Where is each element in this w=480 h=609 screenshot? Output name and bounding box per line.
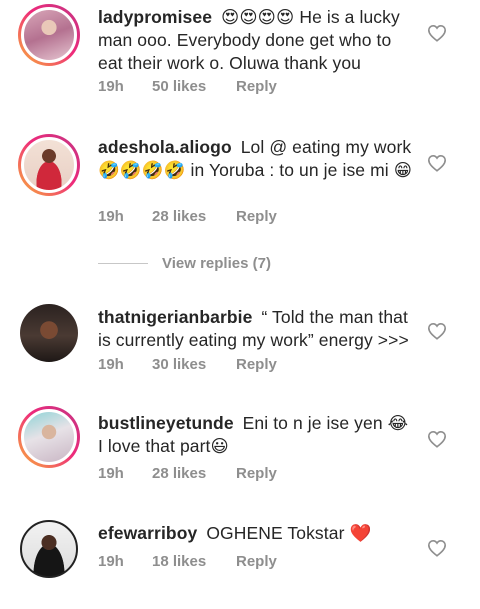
- comment-username[interactable]: thatnigerianbarbie: [98, 307, 252, 327]
- avatar[interactable]: [18, 406, 80, 468]
- comment-time: 19h: [98, 356, 124, 373]
- comment-username[interactable]: ladypromisee: [98, 7, 212, 27]
- comment-meta: 19h 18 likes Reply: [98, 553, 277, 570]
- comment-likes[interactable]: 28 likes: [152, 465, 236, 482]
- comment-body: bustlineyetunde Eni to n je ise yen 😂 I …: [98, 412, 418, 458]
- avatar[interactable]: [18, 4, 80, 66]
- reply-button[interactable]: Reply: [236, 78, 277, 95]
- view-replies-button[interactable]: View replies (7): [98, 255, 271, 272]
- comment-time: 19h: [98, 208, 124, 225]
- comment-likes[interactable]: 30 likes: [152, 356, 236, 373]
- avatar[interactable]: [18, 134, 80, 196]
- heart-outline-icon[interactable]: [427, 539, 447, 557]
- comment-body: thatnigerianbarbie “ Told the man that i…: [98, 306, 418, 352]
- avatar-image: [20, 520, 78, 578]
- comment-username[interactable]: adeshola.aliogo: [98, 137, 232, 157]
- reply-button[interactable]: Reply: [236, 356, 277, 373]
- comment-time: 19h: [98, 78, 124, 95]
- heart-outline-icon[interactable]: [427, 430, 447, 448]
- view-replies-label[interactable]: View replies (7): [162, 255, 271, 272]
- divider-line: [98, 263, 148, 264]
- comment-meta: 19h 50 likes Reply: [98, 78, 277, 95]
- heart-outline-icon[interactable]: [427, 24, 447, 42]
- comment-meta: 19h 28 likes Reply: [98, 208, 277, 225]
- heart-outline-icon[interactable]: [427, 154, 447, 172]
- avatar-image: [21, 7, 77, 63]
- comment-body: ladypromisee 😍😍😍😍 He is a lucky man ooo.…: [98, 6, 418, 75]
- comment-username[interactable]: efewarriboy: [98, 523, 197, 543]
- comment-likes[interactable]: 28 likes: [152, 208, 236, 225]
- comment-username[interactable]: bustlineyetunde: [98, 413, 234, 433]
- avatar-image: [21, 409, 77, 465]
- comment-likes[interactable]: 18 likes: [152, 553, 236, 570]
- comment-time: 19h: [98, 465, 124, 482]
- comment-body: adeshola.aliogo Lol @ eating my work 🤣🤣🤣…: [98, 136, 418, 182]
- heart-outline-icon[interactable]: [427, 322, 447, 340]
- avatar[interactable]: [18, 302, 80, 364]
- comment-text: OGHENE Tokstar ❤️: [206, 523, 372, 543]
- reply-button[interactable]: Reply: [236, 465, 277, 482]
- avatar-image: [20, 304, 78, 362]
- comment-meta: 19h 28 likes Reply: [98, 465, 277, 482]
- comment-likes[interactable]: 50 likes: [152, 78, 236, 95]
- reply-button[interactable]: Reply: [236, 208, 277, 225]
- comment-meta: 19h 30 likes Reply: [98, 356, 277, 373]
- avatar[interactable]: [18, 518, 80, 580]
- reply-button[interactable]: Reply: [236, 553, 277, 570]
- avatar-image: [21, 137, 77, 193]
- comment-body: efewarriboy OGHENE Tokstar ❤️: [98, 522, 418, 545]
- comment-time: 19h: [98, 553, 124, 570]
